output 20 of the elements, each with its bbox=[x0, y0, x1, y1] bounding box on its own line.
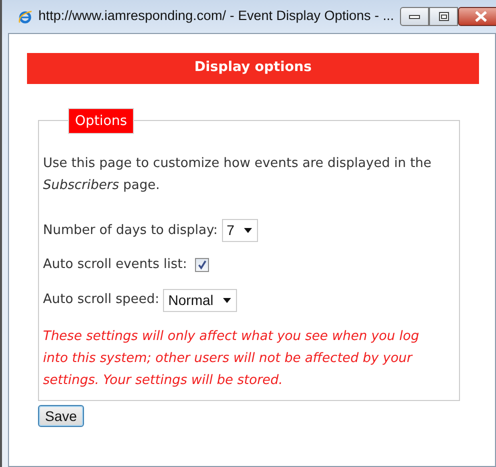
dropdown[interactable]: 7 bbox=[222, 219, 258, 242]
save-button[interactable]: Save bbox=[38, 404, 84, 426]
panel-legend: Options bbox=[68, 108, 134, 134]
maximize-button[interactable] bbox=[429, 7, 458, 26]
close-icon bbox=[475, 11, 487, 22]
caret-icon bbox=[223, 298, 232, 302]
caret-icon bbox=[244, 228, 252, 233]
field-label: Auto scroll speed: bbox=[43, 291, 160, 310]
intro-text: Use this page to customize how events are displayed in the Subscribers page. bbox=[43, 155, 432, 195]
checkbox[interactable] bbox=[195, 258, 210, 272]
close-button[interactable] bbox=[458, 7, 496, 26]
dropdown[interactable]: Normal bbox=[163, 288, 238, 312]
field-label: Number of days to display: bbox=[43, 222, 218, 240]
minimize-icon bbox=[409, 14, 420, 18]
field-label: Auto scroll events list: bbox=[43, 256, 188, 274]
page-header: Display options bbox=[27, 53, 479, 84]
maximize-icon bbox=[438, 12, 448, 21]
settings-note: These settings will only affect what you see when you log into this system; other users will not be affected by your settings. Your settings will be stored. bbox=[43, 328, 420, 390]
minimize-button[interactable] bbox=[400, 7, 429, 26]
window-title: http://www.iamresponding.com/ - Event Display Options - ... bbox=[38, 7, 394, 26]
